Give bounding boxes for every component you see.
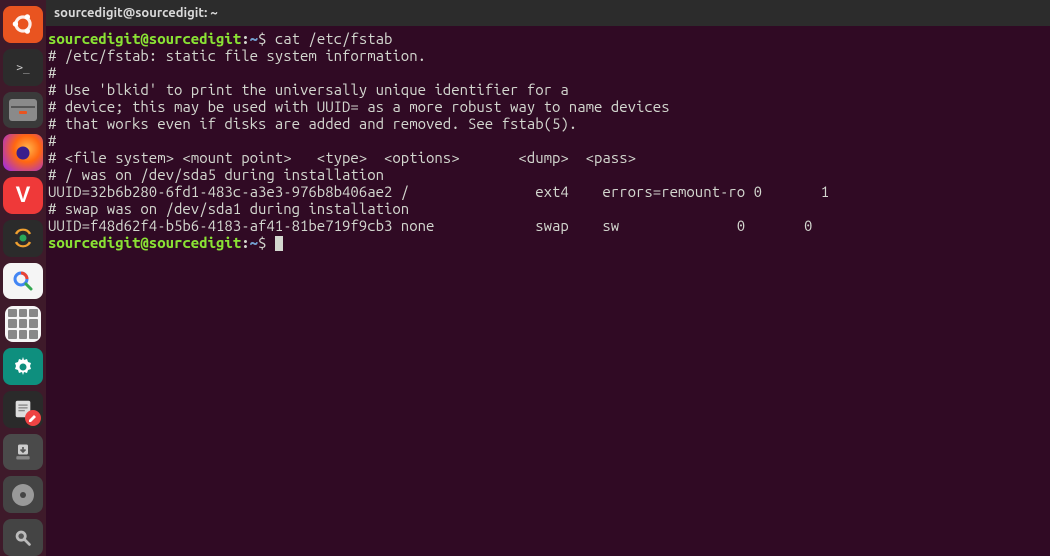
disk-glyph [12, 484, 34, 506]
downloads-icon[interactable] [3, 434, 43, 471]
text-editor-icon[interactable] [3, 391, 43, 428]
prompt-user: sourcedigit@sourcedigit [48, 30, 241, 47]
output-line: # [48, 64, 56, 81]
launcher-dock: >_ V [0, 0, 46, 556]
screenshot-app-icon[interactable] [3, 519, 43, 556]
vivaldi-glyph: V [16, 182, 31, 208]
edit-badge-icon [25, 410, 41, 426]
prompt-path: ~ [250, 30, 258, 47]
files-app-icon[interactable] [3, 92, 43, 129]
prompt-path: ~ [250, 234, 258, 251]
settings-app-icon[interactable] [3, 348, 43, 385]
ubuntu-dash-icon[interactable] [3, 6, 43, 43]
output-line: # <file system> <mount point> <type> <op… [48, 149, 636, 166]
sync-app-icon[interactable] [3, 220, 43, 257]
output-line: # Use 'blkid' to print the universally u… [48, 81, 569, 98]
window-titlebar[interactable]: sourcedigit@sourcedigit: ~ [46, 0, 1050, 26]
output-line: # that works even if disks are added and… [48, 115, 577, 132]
apps-grid-icon[interactable] [3, 305, 43, 342]
cursor [275, 236, 283, 251]
command-input[interactable] [266, 234, 274, 251]
output-line: UUID=32b6b280-6fd1-483c-a3e3-976b8b406ae… [48, 183, 829, 200]
window-title: sourcedigit@sourcedigit: ~ [54, 6, 218, 20]
terminal-window: sourcedigit@sourcedigit: ~ sourcedigit@s… [46, 0, 1050, 556]
output-line: UUID=f48d62f4-b5b6-4183-af41-81be719f9cb… [48, 217, 812, 234]
prompt-user: sourcedigit@sourcedigit [48, 234, 241, 251]
terminal-glyph: >_ [16, 61, 29, 74]
disks-app-icon[interactable] [3, 476, 43, 513]
grid-icon [8, 309, 38, 339]
drawer-icon [9, 99, 37, 121]
prompt-colon: : [241, 30, 249, 47]
terminal-app-icon[interactable]: >_ [3, 49, 43, 86]
output-line: # /etc/fstab: static file system informa… [48, 47, 426, 64]
output-line: # swap was on /dev/sda1 during installat… [48, 200, 409, 217]
output-line: # [48, 132, 56, 149]
terminal-body[interactable]: sourcedigit@sourcedigit:~$ cat /etc/fsta… [46, 26, 1050, 556]
output-line: # device; this may be used with UUID= as… [48, 98, 670, 115]
output-line: # / was on /dev/sda5 during installation [48, 166, 384, 183]
google-search-icon[interactable] [3, 263, 43, 300]
prompt-colon: : [241, 234, 249, 251]
command-text: cat /etc/fstab [266, 30, 392, 47]
firefox-app-icon[interactable] [3, 134, 43, 171]
vivaldi-app-icon[interactable]: V [3, 177, 43, 214]
